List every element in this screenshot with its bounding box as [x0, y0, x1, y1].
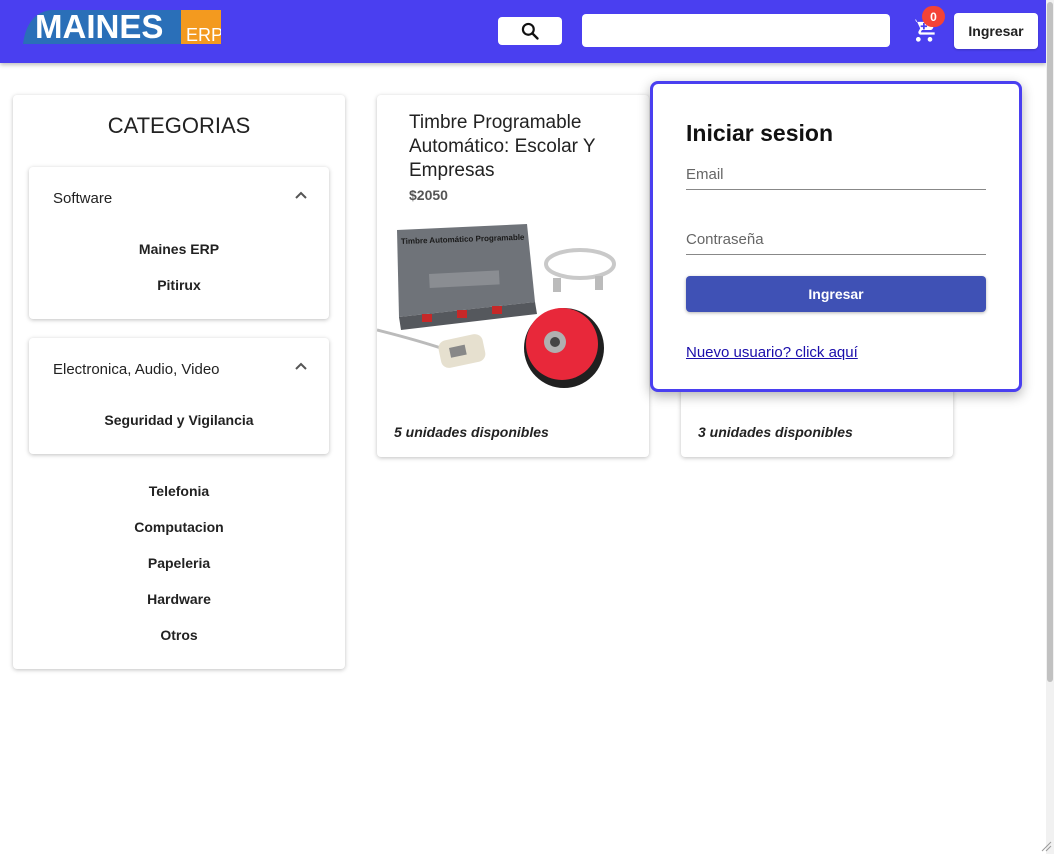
- search-icon: [521, 22, 539, 40]
- scrollbar-thumb[interactable]: [1047, 2, 1053, 682]
- category-group-software: Software Maines ERP Pitirux: [29, 167, 329, 319]
- category-item-otros[interactable]: Otros: [13, 627, 345, 643]
- logo-main-text: MAINES: [35, 8, 163, 44]
- product-card[interactable]: Timbre Programable Automático: Escolar Y…: [377, 95, 649, 457]
- logo-sub-text: ERP: [186, 25, 221, 44]
- product-price: $2050: [409, 187, 448, 203]
- cart-count-badge: 0: [922, 6, 945, 27]
- login-submit-button[interactable]: Ingresar: [686, 276, 986, 312]
- maines-erp-logo[interactable]: MAINES ERP: [21, 7, 223, 45]
- product-stock: 5 unidades disponibles: [394, 424, 549, 440]
- category-group-software-header[interactable]: Software: [29, 167, 329, 227]
- category-group-electronica-header[interactable]: Electronica, Audio, Video: [29, 338, 329, 398]
- register-link[interactable]: Nuevo usuario? click aquí: [686, 344, 858, 361]
- categories-title: CATEGORIAS: [107, 113, 251, 138]
- product-stock: 3 unidades disponibles: [698, 424, 853, 440]
- email-field[interactable]: [686, 160, 986, 190]
- login-panel: Iniciar sesion Ingresar Nuevo usuario? c…: [650, 81, 1022, 392]
- header-login-button[interactable]: Ingresar: [954, 13, 1038, 49]
- category-item-papeleria[interactable]: Papeleria: [13, 555, 345, 571]
- category-group-label: Electronica, Audio, Video: [53, 361, 220, 378]
- resize-grip-icon[interactable]: [1040, 840, 1052, 852]
- search-input[interactable]: [582, 14, 890, 47]
- category-item-computacion[interactable]: Computacion: [13, 519, 345, 535]
- login-title: Iniciar sesion: [686, 120, 834, 146]
- category-item-hardware[interactable]: Hardware: [13, 591, 345, 607]
- search-button[interactable]: [498, 17, 562, 45]
- top-app-bar: MAINES ERP 0 Ingresar: [0, 0, 1046, 63]
- category-group-electronica: Electronica, Audio, Video Seguridad y Vi…: [29, 338, 329, 454]
- category-item-maines-erp[interactable]: Maines ERP: [29, 241, 329, 257]
- product-title: Timbre Programable Automático: Escolar Y…: [409, 112, 596, 181]
- category-item-telefonia[interactable]: Telefonia: [13, 483, 345, 499]
- category-group-label: Software: [53, 190, 113, 207]
- product-image: Timbre Automático Programable: [377, 224, 616, 388]
- categories-sidebar: CATEGORIAS Software Maines ERP Pitirux E…: [13, 95, 345, 669]
- chevron-up-icon: [295, 191, 307, 199]
- chevron-up-icon: [295, 362, 307, 370]
- category-item-seguridad[interactable]: Seguridad y Vigilancia: [29, 412, 329, 428]
- category-item-pitirux[interactable]: Pitirux: [29, 277, 329, 293]
- password-field[interactable]: [686, 225, 986, 255]
- page-scrollbar[interactable]: [1046, 0, 1054, 854]
